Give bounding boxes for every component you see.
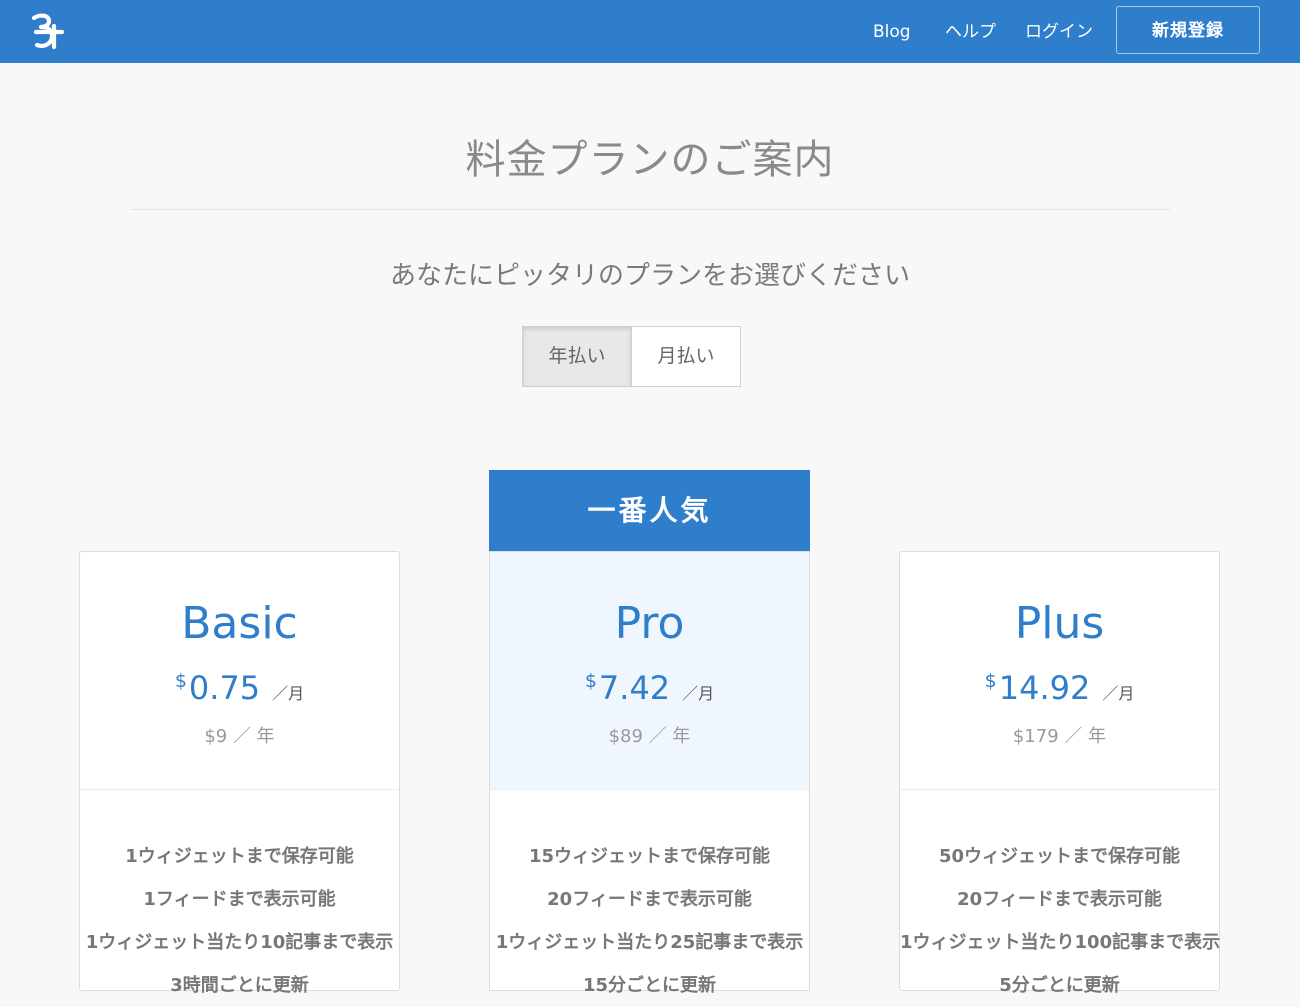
plan-monthly-price: $0.75 ／月 bbox=[80, 668, 399, 708]
toggle-monthly-button[interactable]: 月払い bbox=[632, 327, 740, 386]
currency-symbol: $ bbox=[174, 670, 187, 692]
feature-item: 3時間ごとに更新 bbox=[170, 975, 309, 996]
feature-item: 15ウィジェットまで保存可能 bbox=[528, 846, 771, 867]
feature-item: 5分ごとに更新 bbox=[999, 975, 1120, 996]
title-divider bbox=[130, 209, 1170, 210]
plan-name: Basic bbox=[181, 598, 298, 649]
top-navbar: Blog ヘルプ ログイン 新規登録 bbox=[0, 0, 1300, 63]
billing-toggle: 年払い 月払い bbox=[522, 326, 741, 387]
feature-list: 50ウィジェットまで保存可能 20フィードまで表示可能 1ウィジェット当たり10… bbox=[900, 835, 1221, 1007]
plan-monthly-price: $14.92 ／月 bbox=[900, 668, 1219, 708]
plan-card-pro[interactable]: Pro $7.42 ／月 $89 ／ 年 15ウィジェットまで保存可能 20フィー… bbox=[489, 551, 810, 996]
feature-item: 1ウィジェットまで保存可能 bbox=[125, 846, 354, 867]
feature-item: 1フィードまで表示可能 bbox=[143, 889, 336, 910]
nav-link-blog[interactable]: Blog bbox=[873, 20, 911, 44]
feature-item: 15分ごとに更新 bbox=[582, 975, 717, 996]
plan-card-plus[interactable]: Plus $14.92 ／月 $179 ／ 年 50ウィジェットまで保存可能 20… bbox=[899, 551, 1220, 996]
feature-list: 15ウィジェットまで保存可能 20フィードまで表示可能 1ウィジェット当たり25… bbox=[490, 835, 809, 1007]
page-title: 料金プランのご案内 bbox=[465, 137, 835, 183]
feature-item: 1ウィジェット当たり10記事まで表示 bbox=[85, 932, 394, 953]
plan-yearly-price: $179 ／ 年 bbox=[1012, 726, 1107, 747]
plan-yearly-price: $89 ／ 年 bbox=[608, 726, 691, 747]
page-subtitle: あなたにピッタリのプランをお選びください bbox=[389, 261, 910, 291]
feature-item: 1ウィジェット当たり25記事まで表示 bbox=[495, 932, 804, 953]
monthly-price-value: 7.42 bbox=[598, 669, 671, 707]
feature-list: 1ウィジェットまで保存可能 1フィードまで表示可能 1ウィジェット当たり10記事… bbox=[80, 835, 399, 1007]
per-month-unit: ／月 bbox=[682, 684, 715, 703]
most-popular-banner: 一番人気 bbox=[489, 470, 810, 551]
plan-name: Pro bbox=[614, 598, 685, 649]
nav-link-login[interactable]: ログイン bbox=[1025, 20, 1093, 44]
plan-card-basic[interactable]: Basic $0.75 ／月 $9 ／ 年 1ウィジェットまで保存可能 1フィード… bbox=[79, 551, 400, 996]
feature-item: 50ウィジェットまで保存可能 bbox=[938, 846, 1181, 867]
feature-item: 20フィードまで表示可能 bbox=[547, 889, 752, 910]
plan-name: Plus bbox=[1014, 598, 1105, 649]
feature-item: 20フィードまで表示可能 bbox=[957, 889, 1162, 910]
logo-icon[interactable] bbox=[24, 10, 68, 54]
toggle-yearly-button[interactable]: 年払い bbox=[523, 327, 632, 386]
nav-link-help[interactable]: ヘルプ bbox=[945, 20, 996, 44]
currency-symbol: $ bbox=[584, 670, 597, 692]
plan-yearly-price: $9 ／ 年 bbox=[204, 726, 275, 747]
plan-card-header: Plus $14.92 ／月 $179 ／ 年 bbox=[900, 552, 1219, 790]
plan-card-header: Basic $0.75 ／月 $9 ／ 年 bbox=[80, 552, 399, 790]
per-month-unit: ／月 bbox=[1102, 684, 1135, 703]
per-month-unit: ／月 bbox=[272, 684, 305, 703]
plan-monthly-price: $7.42 ／月 bbox=[490, 668, 809, 708]
signup-button[interactable]: 新規登録 bbox=[1116, 6, 1260, 54]
monthly-price-value: 14.92 bbox=[998, 669, 1091, 707]
currency-symbol: $ bbox=[984, 670, 997, 692]
plan-card-header: Pro $7.42 ／月 $89 ／ 年 bbox=[490, 552, 809, 790]
feature-item: 1ウィジェット当たり100記事まで表示 bbox=[900, 932, 1221, 953]
monthly-price-value: 0.75 bbox=[188, 669, 261, 707]
